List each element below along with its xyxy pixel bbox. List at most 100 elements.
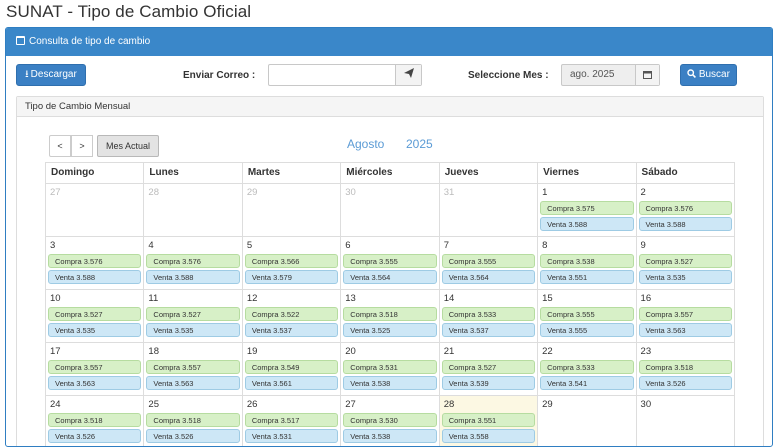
send-icon xyxy=(403,68,414,78)
calendar-day[interactable]: 4 Compra 3.576 Venta 3.588 xyxy=(143,237,241,289)
venta-rate-badge[interactable]: Venta 3.526 xyxy=(638,376,732,390)
month-selector[interactable]: ago. 2025 xyxy=(561,64,660,86)
venta-rate-badge[interactable]: Venta 3.535 xyxy=(638,270,732,284)
calendar-day[interactable]: 8 Compra 3.538 Venta 3.551 xyxy=(537,237,635,289)
compra-rate-badge[interactable]: Compra 3.533 xyxy=(441,307,536,321)
current-month-button[interactable]: Mes Actual xyxy=(97,135,159,157)
compra-rate-badge[interactable]: Compra 3.576 xyxy=(48,254,142,268)
calendar-day[interactable]: 1 Compra 3.575 Venta 3.588 xyxy=(537,184,635,236)
compra-rate-badge[interactable]: Compra 3.555 xyxy=(441,254,536,268)
compra-rate-badge[interactable]: Compra 3.566 xyxy=(244,254,339,268)
venta-rate-badge[interactable]: Venta 3.588 xyxy=(146,270,240,284)
calendar-day[interactable]: 11 Compra 3.527 Venta 3.535 xyxy=(143,290,241,342)
calendar-day[interactable]: 9 Compra 3.527 Venta 3.535 xyxy=(635,237,735,289)
calendar-day[interactable]: 30 xyxy=(635,396,735,446)
compra-rate-badge[interactable]: Compra 3.557 xyxy=(638,307,732,321)
venta-rate-badge[interactable]: Venta 3.551 xyxy=(540,270,634,284)
calendar-day[interactable]: 29 xyxy=(241,184,340,236)
venta-rate-badge[interactable]: Venta 3.561 xyxy=(244,376,339,390)
venta-rate-badge[interactable]: Venta 3.541 xyxy=(540,376,634,390)
compra-rate-badge[interactable]: Compra 3.555 xyxy=(540,307,634,321)
calendar-day[interactable]: 28 xyxy=(143,184,241,236)
venta-rate-badge[interactable]: Venta 3.564 xyxy=(343,270,437,284)
compra-rate-badge[interactable]: Compra 3.576 xyxy=(146,254,240,268)
venta-rate-badge[interactable]: Venta 3.588 xyxy=(540,217,634,231)
calendar-day[interactable]: 31 xyxy=(438,184,537,236)
compra-rate-badge[interactable]: Compra 3.527 xyxy=(146,307,240,321)
compra-rate-badge[interactable]: Compra 3.527 xyxy=(48,307,142,321)
compra-rate-badge[interactable]: Compra 3.517 xyxy=(244,413,339,427)
send-email-button[interactable] xyxy=(395,65,421,85)
calendar-day[interactable]: 2 Compra 3.576 Venta 3.588 xyxy=(635,184,735,236)
calendar-day[interactable]: 14 Compra 3.533 Venta 3.537 xyxy=(438,290,537,342)
venta-rate-badge[interactable]: Venta 3.588 xyxy=(638,217,732,231)
compra-rate-badge[interactable]: Compra 3.531 xyxy=(343,360,437,374)
venta-rate-badge[interactable]: Venta 3.564 xyxy=(441,270,536,284)
search-button[interactable]: Buscar xyxy=(680,64,737,86)
venta-rate-badge[interactable]: Venta 3.537 xyxy=(441,323,536,337)
compra-rate-badge[interactable]: Compra 3.518 xyxy=(48,413,142,427)
calendar-day-today[interactable]: 28 Compra 3.551 Venta 3.558 xyxy=(438,396,538,446)
compra-rate-badge[interactable]: Compra 3.549 xyxy=(244,360,339,374)
month-picker-button[interactable] xyxy=(635,65,659,85)
compra-rate-badge[interactable]: Compra 3.576 xyxy=(638,201,732,215)
prev-month-button[interactable]: < xyxy=(49,135,71,157)
calendar-day[interactable]: 12 Compra 3.522 Venta 3.537 xyxy=(241,290,340,342)
calendar-day[interactable]: 21 Compra 3.527 Venta 3.539 xyxy=(438,343,537,395)
calendar-day[interactable]: 20 Compra 3.531 Venta 3.538 xyxy=(340,343,438,395)
calendar-week: 3 Compra 3.576 Venta 3.588 4 Compra 3.576 Ven… xyxy=(45,236,735,289)
compra-rate-badge[interactable]: Compra 3.533 xyxy=(540,360,634,374)
calendar-day[interactable]: 10 Compra 3.527 Venta 3.535 xyxy=(45,290,143,342)
venta-rate-badge[interactable]: Venta 3.563 xyxy=(146,376,240,390)
calendar-day[interactable]: 3 Compra 3.576 Venta 3.588 xyxy=(45,237,143,289)
compra-rate-badge[interactable]: Compra 3.557 xyxy=(48,360,142,374)
calendar-day[interactable]: 17 Compra 3.557 Venta 3.563 xyxy=(45,343,143,395)
calendar-day[interactable]: 23 Compra 3.518 Venta 3.526 xyxy=(635,343,735,395)
venta-rate-badge[interactable]: Venta 3.537 xyxy=(244,323,339,337)
calendar-day[interactable]: 19 Compra 3.549 Venta 3.561 xyxy=(241,343,340,395)
calendar-day[interactable]: 18 Compra 3.557 Venta 3.563 xyxy=(143,343,241,395)
venta-rate-badge[interactable]: Venta 3.563 xyxy=(48,376,142,390)
venta-rate-badge[interactable]: Venta 3.579 xyxy=(244,270,339,284)
compra-rate-badge[interactable]: Compra 3.557 xyxy=(146,360,240,374)
compra-rate-badge[interactable]: Compra 3.538 xyxy=(540,254,634,268)
venta-rate-badge[interactable]: Venta 3.588 xyxy=(48,270,142,284)
compra-rate-badge[interactable]: Compra 3.575 xyxy=(540,201,634,215)
compra-rate-badge[interactable]: Compra 3.518 xyxy=(146,413,240,427)
calendar-day[interactable]: 13 Compra 3.518 Venta 3.525 xyxy=(340,290,438,342)
venta-rate-badge[interactable]: Venta 3.555 xyxy=(540,323,634,337)
calendar-day[interactable]: 15 Compra 3.555 Venta 3.555 xyxy=(537,290,635,342)
calendar-day[interactable]: 27 xyxy=(45,184,143,236)
calendar-day[interactable]: 16 Compra 3.557 Venta 3.563 xyxy=(635,290,735,342)
compra-rate-badge[interactable]: Compra 3.551 xyxy=(441,413,536,427)
venta-rate-badge[interactable]: Venta 3.535 xyxy=(146,323,240,337)
search-icon xyxy=(687,69,697,78)
search-button-label: Buscar xyxy=(698,69,730,80)
venta-rate-badge[interactable]: Venta 3.563 xyxy=(638,323,732,337)
venta-rate-badge[interactable]: Venta 3.535 xyxy=(48,323,142,337)
compra-rate-badge[interactable]: Compra 3.527 xyxy=(638,254,732,268)
calendar-day[interactable]: 25 Compra 3.518 Venta 3.526 xyxy=(143,396,241,446)
compra-rate-badge[interactable]: Compra 3.518 xyxy=(343,307,437,321)
venta-rate-badge[interactable]: Venta 3.539 xyxy=(441,376,536,390)
calendar-day[interactable]: 22 Compra 3.533 Venta 3.541 xyxy=(537,343,635,395)
calendar-day[interactable]: 5 Compra 3.566 Venta 3.579 xyxy=(241,237,340,289)
compra-rate-badge[interactable]: Compra 3.518 xyxy=(638,360,732,374)
compra-rate-badge[interactable]: Compra 3.527 xyxy=(441,360,536,374)
calendar-day[interactable]: 27 Compra 3.530 Venta 3.538 xyxy=(340,396,438,446)
compra-rate-badge[interactable]: Compra 3.530 xyxy=(343,413,437,427)
compra-rate-badge[interactable]: Compra 3.555 xyxy=(343,254,437,268)
venta-rate-badge[interactable]: Venta 3.538 xyxy=(343,376,437,390)
compra-rate-badge[interactable]: Compra 3.522 xyxy=(244,307,339,321)
email-field[interactable] xyxy=(268,64,422,86)
calendar-day[interactable]: 26 Compra 3.517 Venta 3.531 xyxy=(241,396,340,446)
day-number: 12 xyxy=(246,293,258,304)
download-button[interactable]: ⭳ Descargar xyxy=(16,64,86,86)
calendar-day[interactable]: 29 xyxy=(537,396,635,446)
venta-rate-badge[interactable]: Venta 3.525 xyxy=(343,323,437,337)
calendar-day[interactable]: 24 Compra 3.518 Venta 3.526 xyxy=(45,396,143,446)
calendar-day[interactable]: 6 Compra 3.555 Venta 3.564 xyxy=(340,237,438,289)
next-month-button[interactable]: > xyxy=(71,135,93,157)
calendar-day[interactable]: 7 Compra 3.555 Venta 3.564 xyxy=(438,237,537,289)
calendar-day[interactable]: 30 xyxy=(340,184,438,236)
